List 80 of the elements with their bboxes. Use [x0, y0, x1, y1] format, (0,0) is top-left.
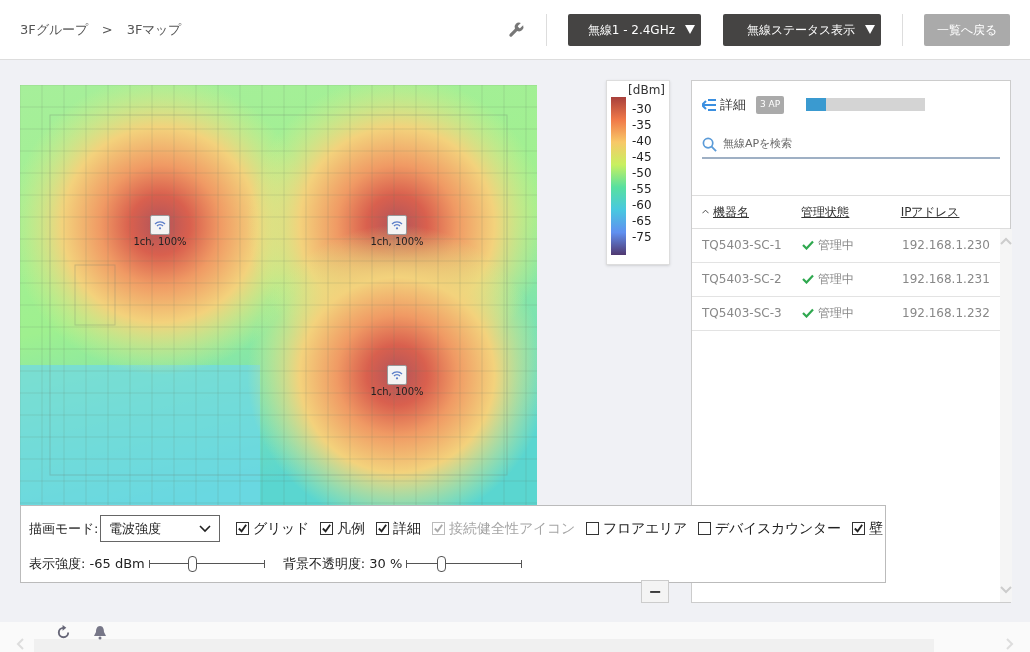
access-point-marker[interactable] — [387, 215, 407, 235]
slider-thumb[interactable] — [437, 555, 447, 572]
checkbox-option[interactable]: フロアエリア — [586, 518, 688, 539]
slider-label: 背景不透明度: 30 % — [282, 555, 403, 573]
dropdown-value: 無線ステータス表示 — [747, 21, 855, 39]
legend-tick: -50 — [632, 165, 652, 181]
checkbox[interactable] — [320, 522, 334, 535]
sort-up-icon — [702, 209, 709, 214]
slider-thumb[interactable] — [187, 555, 197, 572]
legend-tick: -40 — [632, 133, 652, 149]
column-header[interactable]: IPアドレス — [900, 202, 1000, 221]
checkbox[interactable] — [236, 522, 250, 535]
mode-label: 描画モード: — [29, 519, 99, 538]
legend-unit: [dBm] — [627, 83, 665, 97]
caret-icon — [685, 25, 695, 34]
count-badge: 3 AP — [756, 96, 785, 114]
legend-tick: -35 — [632, 117, 652, 133]
refresh-icon[interactable] — [56, 624, 71, 640]
device-name: TQ5403-SC-1 — [702, 237, 783, 254]
ip-address: 192.168.1.231 — [902, 271, 990, 288]
legend-tick: -55 — [632, 181, 652, 197]
slider-label: 表示強度: -65 dBm — [29, 555, 145, 573]
access-point-label: 1ch, 100% — [133, 235, 187, 249]
slider-track[interactable] — [148, 556, 265, 571]
access-point-marker[interactable] — [150, 215, 170, 235]
legend-tick: -75 — [632, 229, 652, 245]
wifi-icon — [391, 370, 403, 380]
check-icon — [377, 523, 389, 534]
check-icon — [433, 523, 445, 534]
check-icon — [802, 308, 814, 318]
band-dropdown[interactable]: 無線1 - 2.4GHz — [568, 13, 701, 46]
column-header[interactable]: 管理状態 — [801, 202, 901, 221]
check-icon — [237, 523, 249, 534]
slider-track[interactable] — [406, 556, 523, 571]
search-icon — [702, 137, 717, 152]
wifi-icon — [391, 220, 403, 230]
access-point-label: 1ch, 100% — [370, 385, 424, 399]
checkbox-option[interactable]: 詳細 — [376, 518, 422, 539]
status-dropdown[interactable]: 無線ステータス表示 — [723, 13, 881, 46]
breadcrumb-item[interactable]: 3Fグループ — [20, 19, 88, 40]
ip-address: 192.168.1.230 — [902, 237, 990, 254]
caret-icon — [865, 25, 875, 34]
wrench-icon[interactable] — [507, 20, 525, 39]
breadcrumb-separator: > — [101, 20, 113, 39]
checkbox[interactable] — [586, 522, 600, 535]
bell-icon[interactable] — [93, 624, 107, 640]
access-point-marker[interactable] — [387, 365, 407, 385]
wifi-icon — [154, 220, 166, 230]
checkbox-option[interactable]: 壁 — [852, 518, 884, 539]
checkbox[interactable] — [852, 522, 866, 535]
collapse-toggle[interactable]: 詳細 — [702, 95, 746, 115]
check-icon — [321, 523, 333, 534]
device-name: TQ5403-SC-2 — [702, 271, 783, 288]
horizontal-scrollbar[interactable] — [34, 639, 934, 652]
status-text: 管理中 — [818, 237, 854, 254]
legend-tick: -45 — [632, 149, 652, 165]
legend-tick: -30 — [632, 101, 652, 117]
check-icon — [853, 523, 865, 534]
checkbox-option[interactable]: デバイスカウンター — [698, 518, 842, 539]
checkbox-option[interactable]: グリッド — [236, 518, 310, 539]
check-icon — [802, 274, 814, 284]
chevron-down-icon — [199, 524, 212, 533]
status-text: 管理中 — [818, 271, 854, 288]
checkbox[interactable] — [698, 522, 712, 535]
column-header[interactable]: 機器名 — [702, 202, 802, 221]
device-name: TQ5403-SC-3 — [702, 305, 783, 322]
checkbox-option[interactable]: 凡例 — [320, 518, 366, 539]
status-text: 管理中 — [818, 305, 854, 322]
dropdown-value: 無線1 - 2.4GHz — [587, 21, 675, 39]
legend-tick: -60 — [632, 197, 652, 213]
breadcrumb-item[interactable]: 3Fマップ — [126, 19, 182, 40]
access-point-label: 1ch, 100% — [370, 235, 424, 249]
checkbox[interactable] — [376, 522, 390, 535]
legend-tick: -65 — [632, 213, 652, 229]
ip-address: 192.168.1.232 — [902, 305, 990, 322]
collapse-icon — [702, 98, 716, 111]
check-icon — [802, 240, 814, 250]
zoom-out-button[interactable]: − — [641, 580, 669, 603]
mode-dropdown[interactable]: 電波強度 — [100, 515, 221, 542]
search-field[interactable]: 無線APを検索 — [723, 136, 1000, 153]
